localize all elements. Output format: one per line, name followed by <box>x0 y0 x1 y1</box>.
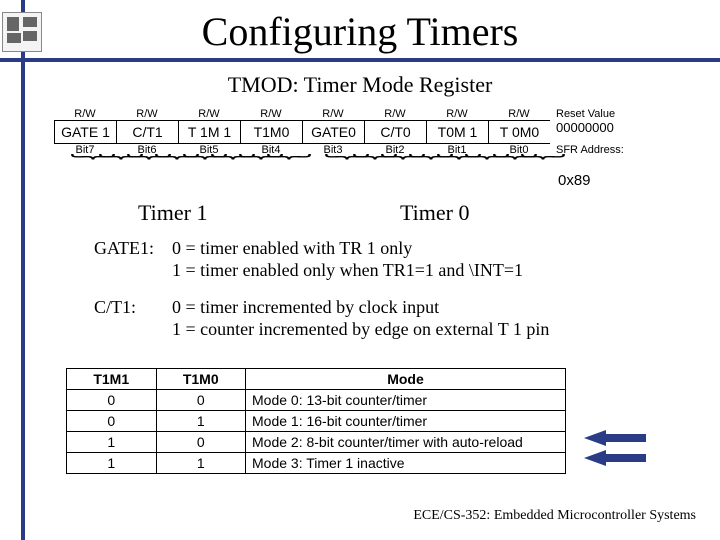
arrow-left-icon <box>584 450 606 466</box>
mode-m0: 1 <box>156 411 246 432</box>
rw-cell: R/W <box>302 108 364 120</box>
mode-desc: Mode 2: 8-bit counter/timer with auto-re… <box>246 432 566 453</box>
table-row: 0 0 Mode 0: 13-bit counter/timer <box>67 390 566 411</box>
bit-name: C/T1 <box>116 120 178 144</box>
reset-value: 00000000 <box>550 120 666 144</box>
table-row: 0 1 Mode 1: 16-bit counter/timer <box>67 411 566 432</box>
page-subtitle: TMOD: Timer Mode Register <box>0 72 720 98</box>
bit-name: C/T0 <box>364 120 426 144</box>
mode-desc: Mode 3: Timer 1 inactive <box>246 453 566 474</box>
gate1-definition: GATE1: 0 = timer enabled with TR 1 only … <box>94 238 654 281</box>
gate1-line1: 0 = timer enabled with TR 1 only <box>172 238 654 260</box>
bit-name: T0M 1 <box>426 120 488 144</box>
mode-m1: 0 <box>67 411 157 432</box>
sfr-address-value: 0x89 <box>558 172 591 189</box>
rw-cell: R/W <box>178 108 240 120</box>
rw-cell: R/W <box>116 108 178 120</box>
arrow-left-icon <box>584 430 606 446</box>
timer0-label: Timer 0 <box>400 200 469 226</box>
rw-cell: R/W <box>426 108 488 120</box>
mode-desc: Mode 1: 16-bit counter/timer <box>246 411 566 432</box>
mode-desc: Mode 0: 13-bit counter/timer <box>246 390 566 411</box>
sfr-address-label: SFR Address: <box>550 144 666 156</box>
rw-row: R/W R/W R/W R/W R/W R/W R/W R/W Reset Va… <box>54 108 666 120</box>
brace-timer0-icon: ︸︸︸︸︸︸︸︸ <box>324 148 548 178</box>
ct1-line1: 0 = timer incremented by clock input <box>172 297 654 319</box>
mode-header-t1m1: T1M1 <box>67 369 157 390</box>
rw-cell: R/W <box>364 108 426 120</box>
ct1-key: C/T1: <box>94 297 172 340</box>
mode-m1: 1 <box>67 432 157 453</box>
bit-definitions: GATE1: 0 = timer enabled with TR 1 only … <box>94 238 654 356</box>
bit-name: GATE 1 <box>54 120 116 144</box>
page-title: Configuring Timers <box>0 8 720 55</box>
brace-timer1-icon: ︸︸︸︸︸︸︸︸ <box>70 148 294 178</box>
mode-m1: 0 <box>67 390 157 411</box>
rw-cell: R/W <box>488 108 550 120</box>
ct1-line2: 1 = counter incremented by edge on exter… <box>172 319 654 341</box>
table-row: T1M1 T1M0 Mode <box>67 369 566 390</box>
course-footer: ECE/CS-352: Embedded Microcontroller Sys… <box>413 508 696 524</box>
mode-table: T1M1 T1M0 Mode 0 0 Mode 0: 13-bit counte… <box>66 368 566 474</box>
ct1-definition: C/T1: 0 = timer incremented by clock inp… <box>94 297 654 340</box>
table-row: 1 1 Mode 3: Timer 1 inactive <box>67 453 566 474</box>
mode-m0: 1 <box>156 453 246 474</box>
timer1-label: Timer 1 <box>138 200 207 226</box>
bit-name: T 0M0 <box>488 120 550 144</box>
mode-header-mode: Mode <box>246 369 566 390</box>
table-row: 1 0 Mode 2: 8-bit counter/timer with aut… <box>67 432 566 453</box>
bit-name: T1M0 <box>240 120 302 144</box>
accent-bar-horizontal <box>0 58 720 62</box>
rw-cell: R/W <box>54 108 116 120</box>
gate1-key: GATE1: <box>94 238 172 281</box>
reset-value-label: Reset Value <box>550 108 666 120</box>
gate1-line2: 1 = timer enabled only when TR1=1 and \I… <box>172 260 654 282</box>
mode-m0: 0 <box>156 390 246 411</box>
bit-name-row: GATE 1 C/T1 T 1M 1 T1M0 GATE0 C/T0 T0M 1… <box>54 120 666 144</box>
slide: Configuring Timers TMOD: Timer Mode Regi… <box>0 0 720 540</box>
bit-name: T 1M 1 <box>178 120 240 144</box>
rw-cell: R/W <box>240 108 302 120</box>
bit-name: GATE0 <box>302 120 364 144</box>
mode-header-t1m0: T1M0 <box>156 369 246 390</box>
mode-m1: 1 <box>67 453 157 474</box>
mode-m0: 0 <box>156 432 246 453</box>
